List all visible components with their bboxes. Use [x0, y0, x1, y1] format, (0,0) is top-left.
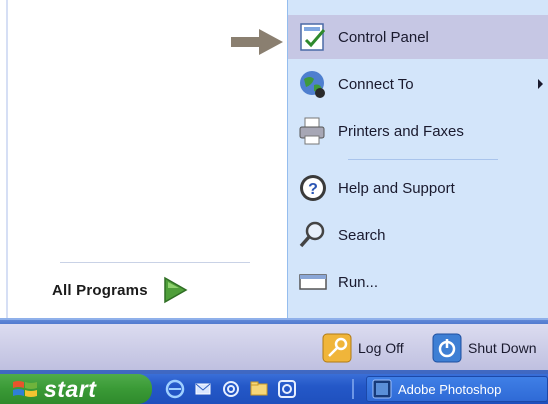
run-icon	[299, 274, 327, 290]
at-icon[interactable]	[220, 378, 242, 400]
quick-launch	[164, 378, 298, 400]
menu-item-label: Run...	[338, 273, 379, 291]
start-label: start	[44, 375, 97, 402]
power-icon	[432, 333, 462, 363]
taskbar-task-photoshop[interactable]: Adobe Photoshop	[366, 376, 548, 402]
windows-flag-icon	[13, 381, 37, 397]
logoff-bar: Log Off Shut Down	[0, 318, 548, 374]
photoshop-icon	[372, 379, 392, 399]
play-arrow-icon	[164, 276, 188, 304]
menu-item-label: Help and Support	[338, 179, 455, 197]
ie-icon[interactable]	[164, 378, 186, 400]
globe-icon	[300, 71, 325, 98]
menu-item-label: Connect To	[338, 75, 414, 93]
left-edge-strip	[6, 0, 8, 318]
right-pane: Control Panel Connect To Printers and Fa…	[287, 0, 548, 318]
key-icon	[322, 333, 352, 363]
taskbar: start Adobe Photoshop	[0, 374, 548, 404]
log-off-button[interactable]: Log Off	[322, 330, 404, 366]
start-button[interactable]: start	[0, 374, 152, 404]
menu-item-run[interactable]: Run...	[288, 260, 548, 304]
menu-item-label: Control Panel	[338, 28, 429, 46]
media-icon[interactable]	[276, 378, 298, 400]
left-divider	[60, 262, 250, 263]
help-icon: ?	[300, 175, 326, 201]
all-programs-button[interactable]: All Programs	[52, 272, 188, 308]
folder-icon[interactable]	[248, 378, 270, 400]
pointer-arrow-icon	[231, 29, 283, 55]
right-divider	[348, 159, 498, 160]
menu-item-search[interactable]: Search	[288, 213, 548, 257]
submenu-arrow-icon	[538, 79, 543, 89]
menu-item-label: Printers and Faxes	[338, 122, 464, 140]
search-icon	[299, 221, 325, 248]
logoff-bar-inner: Log Off Shut Down	[0, 324, 548, 370]
task-label: Adobe Photoshop	[398, 381, 502, 397]
outlook-icon[interactable]	[192, 378, 214, 400]
shut-down-button[interactable]: Shut Down	[432, 330, 536, 366]
all-programs-label: All Programs	[52, 281, 148, 299]
menu-item-label: Search	[338, 226, 386, 244]
log-off-label: Log Off	[358, 340, 404, 356]
taskbar-separator	[352, 379, 354, 399]
menu-item-control-panel[interactable]: Control Panel	[288, 15, 548, 59]
printer-icon	[299, 117, 325, 145]
menu-item-connect-to[interactable]: Connect To	[288, 62, 548, 106]
control-panel-icon	[300, 23, 326, 51]
menu-item-help-support[interactable]: ? Help and Support	[288, 166, 548, 210]
shut-down-label: Shut Down	[468, 340, 537, 356]
svg-text:?: ?	[308, 181, 318, 198]
menu-item-printers-faxes[interactable]: Printers and Faxes	[288, 109, 548, 153]
